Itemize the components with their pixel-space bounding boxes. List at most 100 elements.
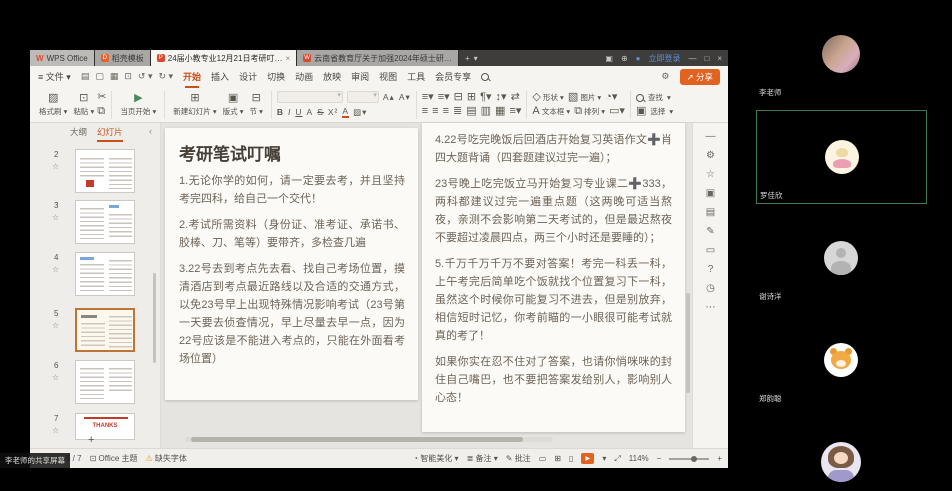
slideshow-play-button[interactable]: ▶: [581, 453, 594, 464]
panel-scrollbar[interactable]: [153, 273, 156, 363]
favorite-star-icon[interactable]: ☆: [52, 162, 59, 171]
font-size-select[interactable]: [347, 91, 379, 103]
properties-icon[interactable]: ⚙: [706, 150, 715, 161]
distribute-icon[interactable]: ▥: [481, 106, 491, 117]
copy-button[interactable]: ⧉: [97, 106, 106, 117]
zoom-in-button[interactable]: +: [717, 454, 722, 463]
decrease-font-button[interactable]: A▾: [399, 92, 411, 103]
increase-font-button[interactable]: A▴: [383, 92, 395, 103]
history-icon[interactable]: ◷: [706, 283, 715, 294]
reading-mode-icon[interactable]: ▭: [706, 245, 715, 256]
save-icon[interactable]: ▤: [81, 71, 90, 82]
avatar-insert-icon[interactable]: ◔▾: [605, 92, 617, 103]
more-tools-icon[interactable]: ⋯: [706, 302, 716, 313]
increase-indent-icon[interactable]: ⊞: [467, 92, 476, 103]
beautify-button[interactable]: ◔ 智能美化 ▾: [413, 453, 458, 464]
tab-list-chevron-icon[interactable]: ▾: [474, 54, 478, 63]
fill-icon[interactable]: ▭▾: [609, 106, 625, 117]
menu-item-design[interactable]: 设计: [239, 70, 257, 83]
annotation-tool-icon[interactable]: ✎: [706, 226, 714, 237]
fit-window-icon[interactable]: ⤢: [614, 454, 620, 464]
smart-list-icon[interactable]: ≡▾: [509, 106, 521, 117]
paste-button[interactable]: ⊡ 粘贴 ▾: [70, 93, 97, 117]
tab-close-icon[interactable]: ×: [285, 54, 290, 63]
underline-button[interactable]: U: [295, 107, 302, 117]
design-tool-icon[interactable]: ▣: [706, 188, 715, 199]
slide-thumbnail-7[interactable]: THANKS: [75, 413, 135, 440]
slide-page-right[interactable]: 4.22号吃完晚饭后回酒店开始复习英语作文➕肖四大题背诵（四套题建议过完一遍）；…: [422, 123, 685, 432]
outline-tab[interactable]: 大纲: [70, 126, 87, 138]
share-button[interactable]: ↗ 分享: [680, 69, 721, 85]
vertical-scrollbar[interactable]: [686, 293, 690, 393]
search-icon[interactable]: [481, 73, 489, 81]
play-options-chevron-icon[interactable]: ▾: [602, 454, 606, 463]
missing-font-warning[interactable]: ⚠ 缺失字体: [146, 453, 187, 464]
reading-view-icon[interactable]: ▯: [569, 454, 573, 463]
slide-page-left[interactable]: 考研笔试叮嘱 1.无论你学的如何，请一定要去考，并且坚持考完四科，给自己一个交代…: [165, 128, 418, 400]
menu-item-animation[interactable]: 动画: [295, 70, 313, 83]
template-icon[interactable]: ▤: [706, 207, 715, 218]
comments-button[interactable]: ✎ 批注: [506, 453, 531, 464]
tab-current-presentation[interactable]: P 24届小教专业12月21日考研叮… ×: [151, 50, 297, 66]
superscript-button[interactable]: X²: [328, 107, 339, 117]
menu-item-transition[interactable]: 切换: [267, 70, 285, 83]
numbered-list-icon[interactable]: ≡▾: [438, 92, 450, 103]
favorites-icon[interactable]: ☆: [706, 169, 715, 180]
text-direction-icon[interactable]: ⇄: [511, 92, 520, 103]
italic-button[interactable]: I: [288, 107, 291, 117]
zoom-slider[interactable]: [669, 458, 709, 460]
font-effects-button[interactable]: A: [307, 107, 314, 117]
notes-button[interactable]: ≣ 备注 ▾: [467, 453, 498, 464]
bold-button[interactable]: B: [277, 107, 284, 117]
menu-item-view[interactable]: 视图: [379, 70, 397, 83]
cut-button[interactable]: ✂: [97, 92, 106, 103]
find-button[interactable]: 查找 ▾: [636, 92, 673, 103]
login-link[interactable]: 立即登录: [648, 53, 680, 64]
format-painter-button[interactable]: ▨ 格式刷 ▾: [36, 93, 70, 117]
highlight-color-button[interactable]: ▨▾: [353, 107, 367, 118]
favorite-star-icon[interactable]: ☆: [52, 321, 59, 330]
picture-button[interactable]: ▧ 图片 ▾: [568, 92, 601, 103]
justify-icon[interactable]: ≣: [453, 106, 462, 117]
slide-layout-button[interactable]: ▣ 版式 ▾: [220, 93, 247, 117]
menu-item-member[interactable]: 会员专享: [435, 70, 471, 83]
favorite-star-icon[interactable]: ☆: [52, 213, 59, 222]
add-slide-button[interactable]: +: [88, 434, 94, 446]
menu-item-tools[interactable]: 工具: [407, 70, 425, 83]
participant-tile-active-speaker[interactable]: 罗佳欣: [756, 110, 927, 204]
preview-icon[interactable]: ⊡: [124, 71, 132, 82]
sorter-view-icon[interactable]: ⊞: [554, 454, 561, 463]
menu-item-review[interactable]: 审阅: [351, 70, 369, 83]
zoom-out-button[interactable]: −: [657, 454, 662, 463]
align-center-icon[interactable]: ≡: [432, 106, 438, 117]
collapse-rail-icon[interactable]: —: [706, 131, 716, 142]
arrange-button[interactable]: ⧉ 排列 ▾: [574, 106, 605, 117]
slide-thumbnail-2[interactable]: [75, 149, 135, 193]
play-from-current-button[interactable]: ▶ 当页开始 ▾: [117, 93, 159, 117]
new-slide-button[interactable]: ⊞ 新建幻灯片 ▾: [170, 93, 219, 117]
menu-item-home[interactable]: 开始: [183, 70, 201, 83]
tab-docer-templates[interactable]: D 稻壳模板: [95, 50, 151, 66]
file-menu[interactable]: ≡ 文件 ▾: [38, 70, 71, 83]
slides-tab[interactable]: 幻灯片: [97, 126, 123, 138]
horizontal-scrollbar[interactable]: [185, 437, 553, 442]
section-button[interactable]: ⊟ 节 ▾: [247, 93, 266, 117]
textbox-button[interactable]: A 文本框 ▾: [532, 106, 570, 117]
theme-button[interactable]: ⊡ Office 主题: [90, 453, 138, 464]
undo-icon[interactable]: ↺ ▾: [138, 71, 153, 82]
new-tab-button[interactable]: +: [465, 54, 470, 63]
help-icon[interactable]: ?: [708, 264, 714, 275]
strikethrough-button[interactable]: S: [317, 107, 324, 117]
table-icon[interactable]: ▦: [495, 106, 505, 117]
window-minimize-button[interactable]: —: [688, 54, 696, 63]
favorite-star-icon[interactable]: ☆: [52, 265, 59, 274]
participant-tile[interactable]: [756, 416, 925, 491]
align-left-icon[interactable]: ≡: [422, 106, 428, 117]
tab-other-document[interactable]: W 云南省教育厅关于加强2024年硕士研…: [297, 50, 459, 66]
output-icon[interactable]: ▢: [95, 71, 104, 82]
tab-wps-home[interactable]: W WPS Office: [30, 50, 95, 66]
decrease-indent-icon[interactable]: ⊟: [454, 92, 463, 103]
font-family-select[interactable]: [277, 91, 343, 103]
line-spacing-icon[interactable]: ↕▾: [496, 92, 507, 103]
slide-thumbnail-4[interactable]: [75, 252, 135, 296]
